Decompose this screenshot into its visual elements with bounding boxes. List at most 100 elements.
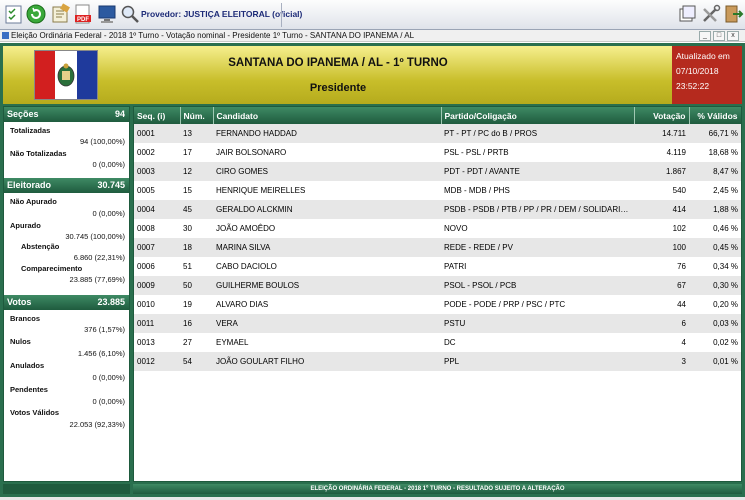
cell-votacao: 67 — [634, 276, 689, 295]
table-row[interactable]: 0001 13 FERNANDO HADDAD PT - PT / PC do B /… — [134, 124, 741, 143]
cell-num: 16 — [180, 314, 213, 333]
office-title: Presidente — [309, 82, 367, 94]
totalizadas-label: Totalizadas — [10, 126, 51, 135]
tools-icon[interactable] — [700, 3, 722, 25]
cell-partido: DC — [441, 333, 634, 352]
toolbar-divider — [281, 3, 282, 27]
nulos-value: 1.456 (6,10%) — [77, 349, 125, 358]
cell-candidato: EYMAEL — [213, 333, 441, 352]
cell-candidato: FERNANDO HADDAD — [213, 124, 441, 143]
cell-num: 19 — [180, 295, 213, 314]
updated-label: Atualizado em — [676, 51, 730, 61]
pendentes-value: 0 (0,00%) — [92, 397, 125, 406]
table-row[interactable]: 0003 12 CIRO GOMES PDT - PDT / AVANTE 1.867 8… — [134, 162, 741, 181]
secoes-title: Seções — [7, 109, 39, 119]
col-header-candidato[interactable]: Candidato — [213, 107, 442, 124]
cell-seq: 0013 — [134, 333, 180, 352]
table-row[interactable]: 0006 51 CABO DACIOLO PATRI 76 0,34 % — [134, 257, 741, 276]
exit-icon[interactable] — [722, 3, 744, 25]
cell-candidato: HENRIQUE MEIRELLES — [213, 181, 441, 200]
notes-icon[interactable] — [49, 3, 71, 25]
cell-pct-validos: 0,03 % — [689, 314, 741, 333]
cell-num: 13 — [180, 124, 213, 143]
col-header-num[interactable]: Núm. — [180, 107, 214, 124]
eleitorado-title: Eleitorado — [7, 180, 52, 190]
cell-candidato: VERA — [213, 314, 441, 333]
cell-num: 50 — [180, 276, 213, 295]
nao-totalizadas-label: Não Totalizadas — [10, 149, 67, 158]
cell-num: 54 — [180, 352, 213, 371]
totalizadas-value: 94 (100,00%) — [79, 137, 125, 146]
updated-time: 23:52:22 — [676, 81, 710, 91]
monitor-icon[interactable] — [96, 3, 118, 25]
cell-partido: PSTU — [441, 314, 634, 333]
cell-seq: 0009 — [134, 276, 180, 295]
cell-pct-validos: 66,71 % — [689, 124, 741, 143]
cell-partido: PSDB - PSDB / PTB / PP / PR / DEM / SOLI… — [441, 200, 634, 219]
apurado-value: 30.745 (100,00%) — [65, 232, 125, 241]
minimize-button[interactable]: _ — [699, 31, 711, 41]
table-row[interactable]: 0008 30 JOÃO AMOÊDO NOVO 102 0,46 % — [134, 219, 741, 238]
cell-seq: 0006 — [134, 257, 180, 276]
summary-panel: Seções 94 Totalizadas 94 (100,00%) Não T… — [3, 106, 130, 482]
window-titlebar: Eleição Ordinária Federal - 2018 1º Turn… — [0, 30, 745, 42]
cell-votacao: 3 — [634, 352, 689, 371]
nao-apurado-label: Não Apurado — [10, 197, 57, 206]
cell-candidato: CIRO GOMES — [213, 162, 441, 181]
cell-seq: 0011 — [134, 314, 180, 333]
table-row[interactable]: 0005 15 HENRIQUE MEIRELLES MDB - MDB / PHS 5… — [134, 181, 741, 200]
state-flag-icon — [34, 50, 98, 100]
votos-header: Votos 23.885 — [4, 295, 129, 310]
results-table: Seq. (i) Núm. Candidato Partido/Coligaçã… — [134, 107, 741, 371]
col-header-votacao[interactable]: Votação — [634, 107, 690, 124]
cell-pct-validos: 0,45 % — [689, 238, 741, 257]
cell-num: 30 — [180, 219, 213, 238]
cell-pct-validos: 0,01 % — [689, 352, 741, 371]
table-row[interactable]: 0007 18 MARINA SILVA REDE - REDE / PV 100 0,4… — [134, 238, 741, 257]
cell-pct-validos: 0,02 % — [689, 333, 741, 352]
cell-partido: PSOL - PSOL / PCB — [441, 276, 634, 295]
checklist-icon[interactable] — [3, 3, 25, 25]
cell-num: 17 — [180, 143, 213, 162]
abstencao-value: 6.860 (22,31%) — [73, 253, 125, 262]
window-title: Eleição Ordinária Federal - 2018 1º Turn… — [11, 31, 415, 40]
cell-partido: MDB - MDB / PHS — [441, 181, 634, 200]
cell-candidato: CABO DACIOLO — [213, 257, 441, 276]
table-row[interactable]: 0009 50 GUILHERME BOULOS PSOL - PSOL / PCB 6… — [134, 276, 741, 295]
maximize-button[interactable]: □ — [713, 31, 725, 41]
eleitorado-header: Eleitorado 30.745 — [4, 178, 129, 193]
close-button[interactable]: x — [727, 31, 739, 41]
table-row[interactable]: 0002 17 JAIR BOLSONARO PSL - PSL / PRTB 4.11… — [134, 143, 741, 162]
cell-pct-validos: 0,34 % — [689, 257, 741, 276]
cell-pct-validos: 8,47 % — [689, 162, 741, 181]
search-icon[interactable] — [119, 3, 141, 25]
place-title: SANTANA DO IPANEMA / AL - 1º TURNO — [228, 57, 448, 69]
table-row[interactable]: 0013 27 EYMAEL DC 4 0,02 % — [134, 333, 741, 352]
svg-text:PDF: PDF — [77, 17, 89, 23]
cell-partido: REDE - REDE / PV — [441, 238, 634, 257]
cell-seq: 0004 — [134, 200, 180, 219]
table-row[interactable]: 0010 19 ALVARO DIAS PODE - PODE / PRP / PSC… — [134, 295, 741, 314]
cell-seq: 0005 — [134, 181, 180, 200]
cell-votacao: 4 — [634, 333, 689, 352]
window-icon[interactable] — [676, 3, 698, 25]
pdf-icon[interactable]: PDF — [72, 3, 94, 25]
cell-seq: 0012 — [134, 352, 180, 371]
nao-apurado-value: 0 (0,00%) — [92, 209, 125, 218]
cell-num: 51 — [180, 257, 213, 276]
table-row[interactable]: 0004 45 GERALDO ALCKMIN PSDB - PSDB / PTB /… — [134, 200, 741, 219]
col-header-partido[interactable]: Partido/Coligação — [441, 107, 635, 124]
cell-candidato: ALVARO DIAS — [213, 295, 441, 314]
refresh-icon[interactable] — [25, 3, 47, 25]
brancos-label: Brancos — [10, 314, 41, 323]
col-header-seq[interactable]: Seq. (i) — [134, 107, 181, 124]
table-row[interactable]: 0011 16 VERA PSTU 6 0,03 % — [134, 314, 741, 333]
comparecimento-label: Comparecimento — [21, 264, 83, 273]
cell-candidato: GERALDO ALCKMIN — [213, 200, 441, 219]
cell-pct-validos: 0,20 % — [689, 295, 741, 314]
col-header-pct-validos[interactable]: % Válidos — [689, 107, 741, 124]
table-row[interactable]: 0012 54 JOÃO GOULART FILHO PPL 3 0,01 % — [134, 352, 741, 371]
cell-seq: 0001 — [134, 124, 180, 143]
cell-num: 12 — [180, 162, 213, 181]
anulados-label: Anulados — [10, 361, 45, 370]
